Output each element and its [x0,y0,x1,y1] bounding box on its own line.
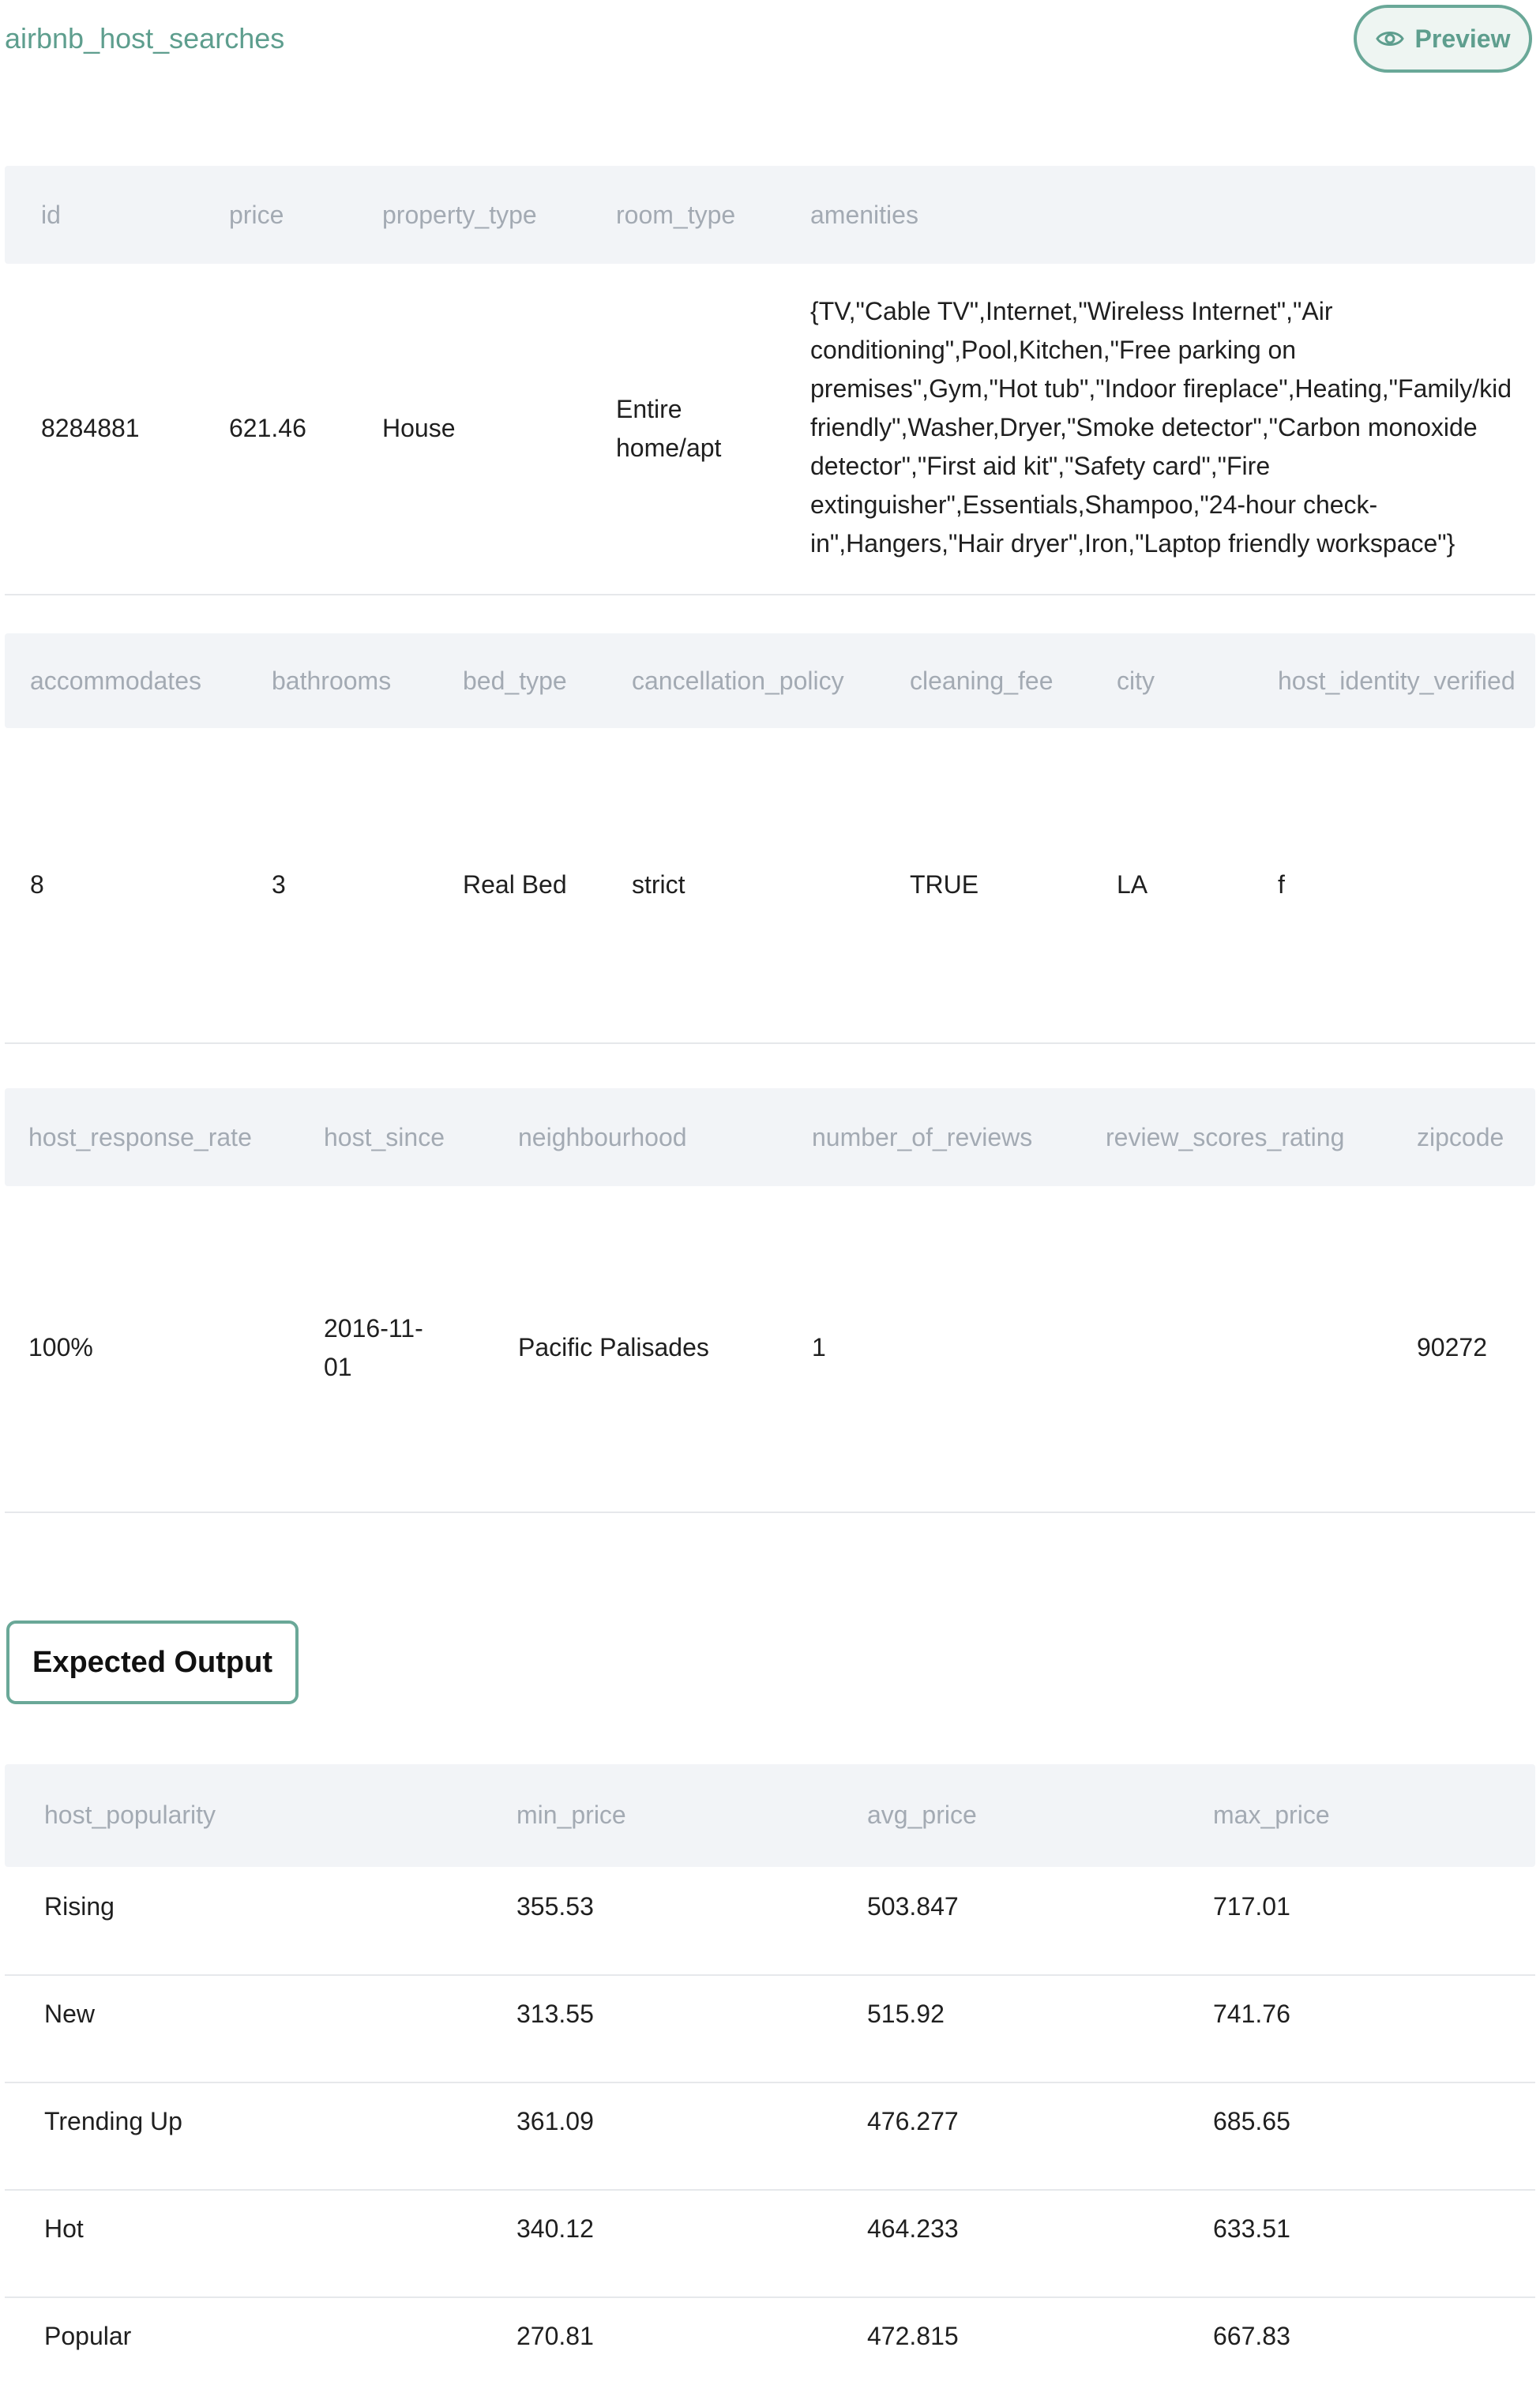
cell-host-response-rate: 100% [28,1333,93,1361]
host-since-line: 2016-11- [324,1314,423,1343]
column-header-bed-type: bed_type [463,667,567,695]
table-cell: 270.81 [516,2322,594,2350]
amenities-line: conditioning",Pool,Kitchen,"Free parking… [810,336,1297,364]
row-divider [5,1512,1535,1513]
cell-bathrooms: 3 [272,870,286,899]
cell-cleaning-fee: TRUE [910,870,979,899]
table-cell: 361.09 [516,2107,594,2135]
cell-zipcode: 90272 [1417,1333,1487,1361]
table-header-row: id price property_type room_type ameniti… [5,166,1535,264]
eye-icon [1375,28,1404,50]
cell-host-since: 2016-11- 01 [324,1309,423,1387]
column-header-property-type: property_type [382,201,537,229]
expected-output-label: Expected Output [6,1621,299,1704]
table-name-title: airbnb_host_searches [5,22,285,54]
table-header-row: host_popularity min_price avg_price max_… [5,1764,1535,1867]
preview-button[interactable]: Preview [1354,5,1532,73]
column-header-id: id [41,201,61,229]
cell-room-type: Entire home/apt [616,390,721,468]
input-table-3: host_response_rate host_since neighbourh… [5,1088,1535,1513]
row-divider [5,2082,1535,2083]
cell-property-type: House [382,414,456,442]
column-header-max-price: max_price [1213,1801,1330,1829]
column-header-host-since: host_since [324,1123,445,1151]
row-divider [5,1974,1535,1976]
expected-output-table: host_popularity min_price avg_price max_… [5,1764,1535,2381]
amenities-line: extinguisher",Essentials,Shampoo,"24-hou… [810,490,1378,519]
room-type-line: home/apt [616,434,722,462]
column-header-bathrooms: bathrooms [272,667,392,695]
column-header-city: city [1117,667,1155,695]
cell-id: 8284881 [41,414,140,442]
table-cell: 476.277 [867,2107,959,2135]
input-table-1: id price property_type room_type ameniti… [5,166,1535,595]
table-cell: 717.01 [1213,1892,1290,1921]
table-header-row: host_response_rate host_since neighbourh… [5,1088,1535,1186]
column-header-avg-price: avg_price [867,1801,977,1829]
column-header-zipcode: zipcode [1417,1123,1504,1151]
table-cell: 313.55 [516,2000,594,2028]
amenities-line: friendly",Washer,Dryer,"Smoke detector",… [810,413,1478,441]
column-header-min-price: min_price [516,1801,626,1829]
table-cell: Trending Up [44,2107,182,2135]
table-cell: 667.83 [1213,2322,1290,2350]
table-cell: Rising [44,1892,115,1921]
table-cell: 355.53 [516,1892,594,1921]
column-header-cleaning-fee: cleaning_fee [910,667,1054,695]
table-header-row: accommodates bathrooms bed_type cancella… [5,633,1535,728]
row-divider [5,2189,1535,2191]
amenities-line: detector","First aid kit","Safety card",… [810,452,1271,480]
column-header-host-popularity: host_popularity [44,1801,216,1829]
column-header-host-identity-verified: host_identity_verified [1278,667,1516,695]
table-cell: 472.815 [867,2322,959,2350]
cell-price: 621.46 [229,414,306,442]
table-cell: Popular [44,2322,132,2350]
amenities-line: premises",Gym,"Hot tub","Indoor fireplac… [810,374,1512,403]
row-divider [5,1042,1535,1044]
host-since-line: 01 [324,1353,352,1381]
cell-amenities: {TV,"Cable TV",Internet,"Wireless Intern… [810,292,1512,563]
cell-city: LA [1117,870,1148,899]
table-cell: 515.92 [867,2000,945,2028]
table-cell: Hot [44,2214,84,2243]
cell-neighbourhood: Pacific Palisades [518,1333,709,1361]
table-cell: 741.76 [1213,2000,1290,2028]
table-cell: 503.847 [867,1892,959,1921]
column-header-price: price [229,201,284,229]
table-cell: 685.65 [1213,2107,1290,2135]
table-cell: 633.51 [1213,2214,1290,2243]
column-header-neighbourhood: neighbourhood [518,1123,687,1151]
table-cell: New [44,2000,96,2028]
row-divider [5,594,1535,595]
room-type-line: Entire [616,395,682,423]
amenities-line: {TV,"Cable TV",Internet,"Wireless Intern… [810,297,1333,325]
amenities-line: in",Hangers,"Hair dryer",Iron,"Laptop fr… [810,529,1455,558]
table-cell: 340.12 [516,2214,594,2243]
cell-accommodates: 8 [30,870,44,899]
table-cell: 464.233 [867,2214,959,2243]
cell-host-identity-verified: f [1278,870,1285,899]
cell-cancellation-policy: strict [632,870,685,899]
column-header-review-scores-rating: review_scores_rating [1106,1123,1345,1151]
column-header-cancellation-policy: cancellation_policy [632,667,844,695]
preview-label: Preview [1414,24,1511,53]
column-header-accommodates: accommodates [30,667,201,695]
column-header-amenities: amenities [810,201,918,229]
column-header-number-of-reviews: number_of_reviews [812,1123,1033,1151]
column-header-room-type: room_type [616,201,736,229]
column-header-host-response-rate: host_response_rate [28,1123,252,1151]
cell-number-of-reviews: 1 [812,1333,826,1361]
cell-bed-type: Real Bed [463,870,567,899]
input-table-2: accommodates bathrooms bed_type cancella… [5,633,1535,1044]
page: airbnb_host_searches Preview id price pr… [0,0,1540,2381]
row-divider [5,2297,1535,2298]
